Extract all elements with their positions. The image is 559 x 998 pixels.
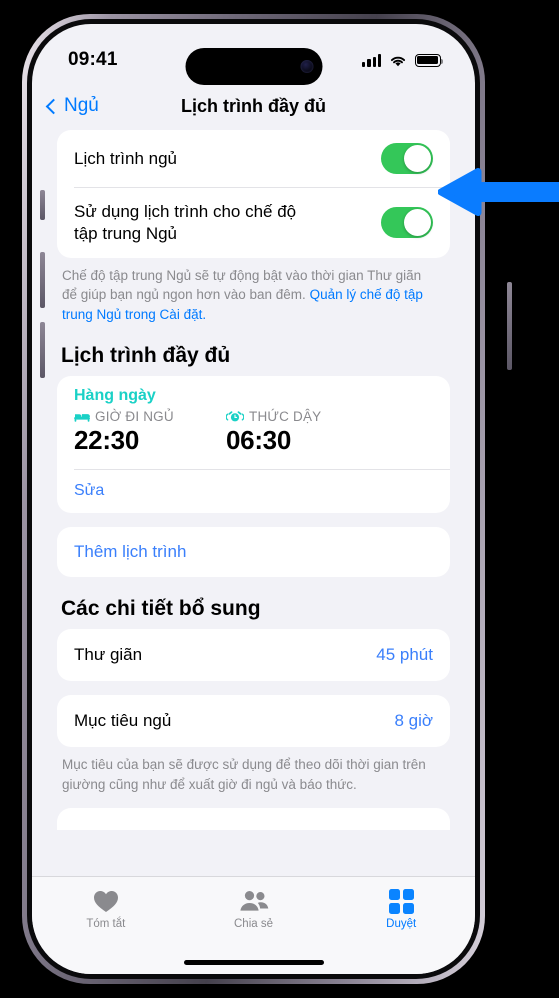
wifi-icon [390, 56, 406, 66]
battery-icon [414, 53, 444, 67]
wakeup-value: 06:30 [226, 425, 291, 456]
sleep-goal-label: Mục tiêu ngủ [74, 711, 172, 731]
phone-frame: 09:41 Ngủ Lịch trình đầy đủ Lịch trình n… [22, 14, 512, 984]
sleep-focus-label: Sử dụng lịch trình cho chế độ tập trung … [74, 202, 297, 243]
volume-down-button[interactable] [40, 322, 45, 378]
next-card-partial[interactable] [57, 808, 450, 831]
heart-icon [93, 888, 119, 914]
winddown-value: 45 phút [376, 645, 433, 665]
front-camera-icon [300, 60, 313, 73]
tab-browse[interactable]: Duyệt [327, 888, 475, 930]
phone-screen: 09:41 Ngủ Lịch trình đầy đủ Lịch trình n… [32, 24, 475, 974]
home-indicator[interactable] [183, 960, 324, 965]
cellular-bars-icon [362, 53, 381, 67]
edit-schedule-button[interactable]: Sửa [57, 470, 450, 513]
screenshot-root: 09:41 Ngủ Lịch trình đầy đủ Lịch trình n… [0, 0, 559, 998]
wakeup-caption-group: THỨC DẬY [226, 409, 378, 424]
schedule-repeat-label: Hàng ngày [74, 387, 156, 405]
tab-summary[interactable]: Tóm tắt [32, 888, 180, 930]
sleep-schedule-toggle-card: Lịch trình ngủ Sử dụng lịch trình cho ch… [57, 130, 450, 258]
focus-footnote: Chế độ tập trung Ngủ sẽ tự động bật vào … [57, 258, 450, 325]
volume-up-button[interactable] [40, 252, 45, 308]
bedtime-caption-group: GIỜ ĐI NGỦ [74, 409, 226, 424]
sleep-focus-toggle-row[interactable]: Sử dụng lịch trình cho chế độ tập trung … [57, 188, 450, 258]
schedule-card: Hàng ngày GIỜ ĐI NGỦ 22:30 THỨC DẬY 06:3… [57, 376, 450, 514]
bedtime-value: 22:30 [74, 425, 139, 456]
sleep-schedule-toggle-row[interactable]: Lịch trình ngủ [57, 130, 450, 187]
additional-details-section-title: Các chi tiết bổ sung [61, 597, 261, 621]
left-arrow-annotation [438, 168, 559, 216]
back-button-label: Ngủ [64, 95, 99, 116]
dynamic-island [185, 48, 322, 85]
power-button[interactable] [507, 282, 512, 370]
winddown-card: Thư giãn 45 phút [57, 629, 450, 682]
tab-sharing-label: Chia sẻ [234, 918, 273, 930]
tab-sharing[interactable]: Chia sẻ [180, 888, 328, 930]
sleep-goal-card: Mục tiêu ngủ 8 giờ [57, 695, 450, 748]
sleep-goal-footnote: Mục tiêu của bạn sẽ được sử dụng để theo… [62, 757, 426, 792]
chevron-left-icon [45, 98, 62, 114]
bedtime-caption: GIỜ ĐI NGỦ [95, 409, 174, 425]
sleep-focus-toggle[interactable] [381, 207, 433, 239]
people-icon [239, 888, 269, 914]
back-button[interactable]: Ngủ [45, 95, 99, 117]
winddown-label: Thư giãn [74, 645, 143, 665]
silent-switch[interactable] [40, 190, 45, 220]
tab-browse-label: Duyệt [386, 918, 417, 930]
grid-squares-icon [388, 888, 414, 914]
sleep-goal-value: 8 giờ [394, 711, 433, 731]
bedtime-column: GIỜ ĐI NGỦ 22:30 [74, 409, 226, 456]
wakeup-caption: THỨC DẬY [249, 409, 322, 425]
add-schedule-button[interactable]: Thêm lịch trình [57, 527, 450, 577]
wakeup-column: THỨC DẬY 06:30 [226, 409, 378, 456]
bed-icon [74, 413, 90, 422]
sleep-schedule-label: Lịch trình ngủ [74, 148, 178, 168]
sleep-schedule-toggle[interactable] [381, 143, 433, 174]
sleep-goal-row[interactable]: Mục tiêu ngủ 8 giờ [57, 695, 450, 747]
nav-bar: Ngủ Lịch trình đầy đủ [32, 82, 475, 130]
tab-summary-label: Tóm tắt [86, 918, 126, 930]
status-icons [362, 53, 444, 67]
winddown-row[interactable]: Thư giãn 45 phút [57, 629, 450, 681]
full-schedule-section-title: Lịch trình đầy đủ [61, 344, 231, 368]
scroll-content[interactable]: Lịch trình ngủ Sử dụng lịch trình cho ch… [32, 130, 475, 876]
add-schedule-card: Thêm lịch trình [57, 527, 450, 578]
phone-bezel: 09:41 Ngủ Lịch trình đầy đủ Lịch trình n… [27, 19, 480, 979]
schedule-summary[interactable]: Hàng ngày GIỜ ĐI NGỦ 22:30 THỨC DẬY 06:3… [57, 376, 450, 469]
alarm-clock-icon [226, 411, 244, 422]
status-time: 09:41 [68, 49, 118, 70]
